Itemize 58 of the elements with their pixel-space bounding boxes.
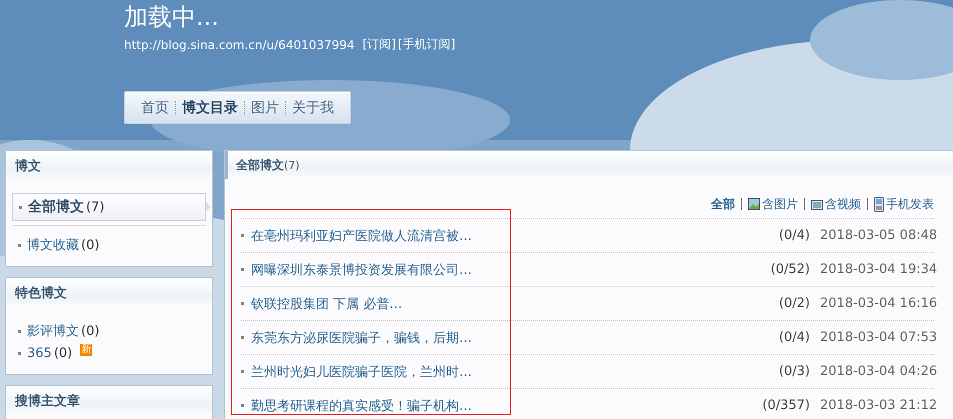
nav-tab[interactable]: 关于我 bbox=[286, 98, 340, 116]
post-title-link[interactable]: 网曝深圳东泰景博投资发展有限公司… bbox=[251, 260, 472, 278]
filter-link[interactable]: 手机发表 bbox=[874, 196, 934, 212]
post-title-link[interactable]: 东莞东方泌尿医院骗子，骗钱，后期… bbox=[251, 328, 472, 346]
blog-title: 加载中... bbox=[124, 2, 219, 32]
bullet-icon bbox=[241, 404, 244, 407]
bullet-icon bbox=[241, 234, 244, 237]
new-badge: 新 bbox=[80, 344, 92, 356]
post-date: 2018-03-03 21:12 bbox=[820, 398, 934, 413]
category-link[interactable]: 博文收藏 bbox=[27, 236, 79, 254]
item-count: (0) bbox=[81, 238, 100, 252]
bullet-icon bbox=[241, 302, 244, 305]
subscribe-link[interactable]: [订阅] bbox=[362, 36, 396, 53]
post-date: 2018-03-04 04:26 bbox=[820, 364, 934, 379]
category-link[interactable]: 影评博文 bbox=[27, 322, 79, 340]
filter-link[interactable]: 含视频 bbox=[811, 196, 861, 212]
post-title-link[interactable]: 钦联控股集团 下属 必普… bbox=[251, 294, 402, 312]
bullet-icon bbox=[18, 330, 21, 332]
panel-title: 特色博文 bbox=[15, 284, 67, 302]
comment-count: (0/4) bbox=[778, 228, 810, 243]
bullet-icon bbox=[18, 244, 21, 246]
post-date: 2018-03-04 07:53 bbox=[820, 330, 934, 345]
post-title-link[interactable]: 在亳州玛利亚妇产医院做人流清宫被… bbox=[251, 226, 472, 244]
bullet-icon bbox=[241, 268, 244, 271]
bullet-icon bbox=[19, 206, 22, 208]
nav-tab[interactable]: 首页 bbox=[135, 98, 175, 116]
item-count: (0) bbox=[54, 346, 72, 360]
subscribe-link[interactable]: [手机订阅] bbox=[398, 36, 456, 53]
pointer-icon bbox=[206, 202, 211, 212]
phone-icon bbox=[874, 196, 884, 212]
filter-link[interactable]: 含图片 bbox=[748, 196, 798, 212]
panel-title: 博文 bbox=[15, 158, 41, 175]
nav-tab[interactable]: 图片 bbox=[245, 98, 285, 116]
category-link[interactable]: 全部博文 bbox=[28, 198, 84, 216]
nav-tab[interactable]: 博文目录 bbox=[176, 98, 244, 116]
post-title-link[interactable]: 兰州时光妇儿医院骗子医院，兰州时… bbox=[251, 362, 472, 380]
comment-count: (0/3) bbox=[778, 364, 810, 379]
post-date: 2018-03-04 16:16 bbox=[820, 296, 934, 311]
comment-count: (0/2) bbox=[778, 296, 810, 311]
panel-title: 全部博文 bbox=[236, 156, 284, 174]
item-count: (7) bbox=[86, 200, 104, 214]
blog-url: http://blog.sina.com.cn/u/6401037994 bbox=[124, 38, 355, 52]
panel-title: 搜博主文章 bbox=[15, 392, 80, 410]
item-count: (0) bbox=[81, 324, 100, 338]
post-date: 2018-03-04 19:34 bbox=[820, 262, 934, 277]
comment-count: (0/52) bbox=[770, 262, 810, 277]
bullet-icon bbox=[241, 370, 244, 373]
image-icon bbox=[748, 198, 760, 210]
comment-count: (0/4) bbox=[778, 330, 810, 345]
bullet-icon bbox=[241, 336, 244, 339]
post-title-link[interactable]: 勤思考研课程的真实感受！骗子机构… bbox=[251, 396, 472, 414]
category-link[interactable]: 365 bbox=[27, 346, 52, 360]
bullet-icon bbox=[18, 352, 21, 354]
post-count: (7) bbox=[284, 158, 300, 172]
comment-count: (0/357) bbox=[762, 398, 810, 413]
post-date: 2018-03-05 08:48 bbox=[820, 228, 934, 243]
tv-icon bbox=[811, 198, 823, 210]
filter-link[interactable]: 全部 bbox=[711, 196, 735, 212]
